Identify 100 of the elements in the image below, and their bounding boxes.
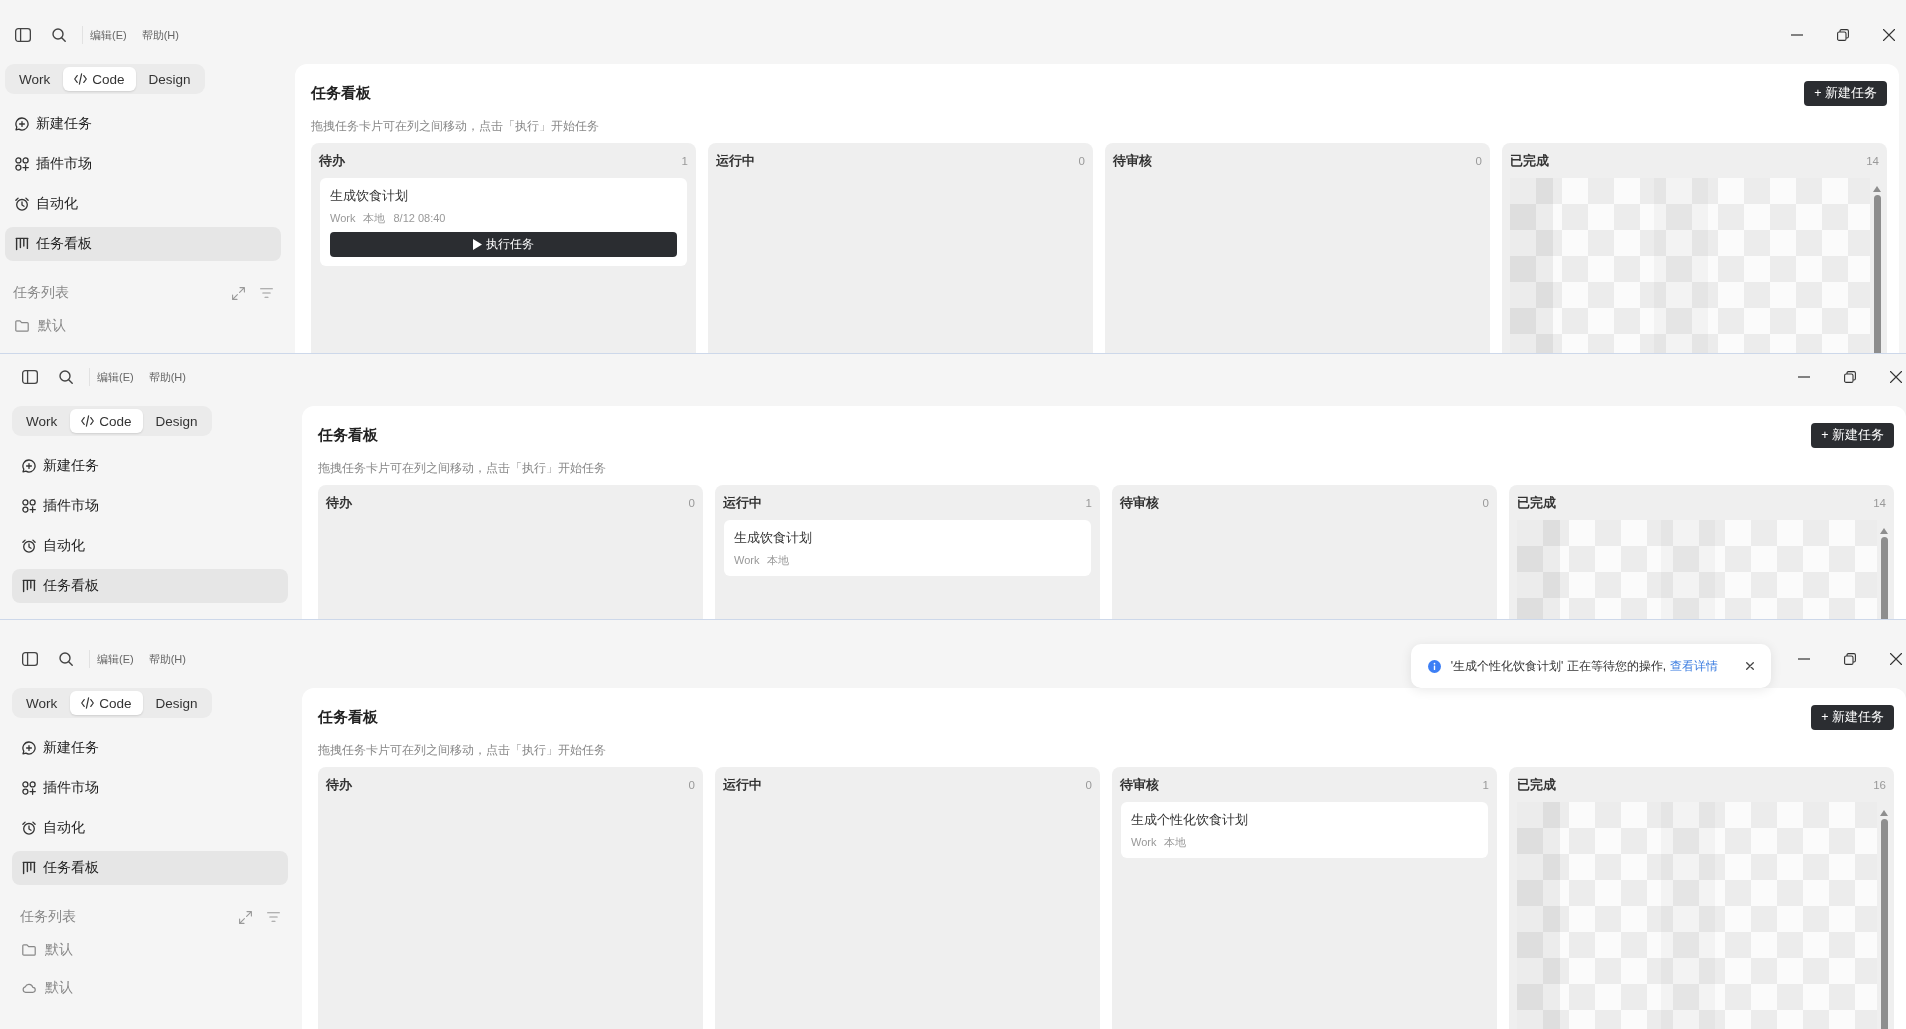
nav-item[interactable]: 任务看板: [12, 569, 288, 603]
close-icon[interactable]: [1890, 653, 1902, 665]
column-count: 14: [1873, 496, 1886, 509]
code-icon: [74, 73, 88, 85]
nav-item[interactable]: 新建任务: [12, 449, 109, 483]
mode-tab[interactable]: Design: [137, 67, 202, 91]
task-list-heading: 任务列表: [20, 908, 76, 926]
task-card[interactable]: 生成饮食计划 Work 本地 8/12 08:40 执行任务: [320, 178, 687, 266]
column-title: 已完成: [1517, 493, 1556, 512]
restore-icon[interactable]: [1844, 653, 1856, 665]
search-icon[interactable]: [59, 370, 73, 384]
mode-tab[interactable]: Work: [15, 409, 69, 433]
card-meta: 8/12 08:40: [393, 211, 446, 225]
board-title: 任务看板: [318, 425, 378, 445]
expand-icon[interactable]: [239, 910, 252, 924]
restore-icon[interactable]: [1844, 371, 1856, 383]
nav-item[interactable]: 插件市场: [12, 771, 109, 805]
nav-item[interactable]: 任务看板: [12, 851, 288, 885]
column-title: 待办: [326, 493, 352, 512]
nav-item[interactable]: 自动化: [12, 811, 95, 845]
card-title: 生成个性化饮食计划: [1131, 812, 1249, 828]
code-icon: [81, 697, 95, 709]
mode-tab[interactable]: Code: [70, 691, 143, 715]
expand-icon[interactable]: [232, 286, 245, 300]
cloud-icon: [22, 983, 36, 993]
alarm-clock-icon: [22, 539, 36, 553]
details-link[interactable]: 查看详情: [1670, 657, 1718, 675]
menu-item[interactable]: 帮助(H): [141, 27, 179, 43]
apps-icon: [22, 781, 36, 795]
column-title: 待办: [326, 775, 352, 794]
column-count: 0: [1078, 154, 1085, 167]
column-count: 0: [688, 778, 695, 791]
task-card[interactable]: 生成个性化饮食计划 Work 本地: [1121, 802, 1488, 858]
column-count: 0: [1482, 496, 1489, 509]
folder-icon: [15, 320, 29, 332]
card-meta: 本地: [363, 211, 386, 225]
scroll-up-icon[interactable]: [1873, 186, 1881, 192]
kanban-icon: [15, 237, 29, 251]
mode-tab[interactable]: Work: [8, 67, 62, 91]
search-icon[interactable]: [52, 28, 66, 42]
execute-button[interactable]: 执行任务: [330, 232, 677, 257]
menu-item[interactable]: 帮助(H): [148, 369, 186, 385]
new-task-button[interactable]: + 新建任务: [1811, 422, 1894, 448]
sidebar-toggle-icon[interactable]: [22, 370, 38, 384]
scrollbar-thumb[interactable]: [1880, 819, 1888, 1029]
mode-tab[interactable]: Code: [63, 67, 136, 91]
new-task-button[interactable]: + 新建任务: [1811, 704, 1894, 730]
card-meta: Work: [734, 553, 760, 567]
mode-tab[interactable]: Design: [144, 409, 209, 433]
column-title: 待审核: [1113, 151, 1152, 170]
alarm-clock-icon: [15, 197, 29, 211]
card-meta: Work: [330, 211, 356, 225]
card-meta: Work: [1131, 835, 1157, 849]
mode-tab[interactable]: Work: [15, 691, 69, 715]
scroll-up-icon[interactable]: [1880, 810, 1888, 816]
board-title: 任务看板: [318, 707, 378, 727]
apps-icon: [22, 499, 36, 513]
column-count: 16: [1873, 778, 1886, 791]
column-title: 运行中: [716, 151, 755, 170]
nav-item[interactable]: 自动化: [5, 187, 88, 221]
card-title: 生成饮食计划: [330, 188, 409, 204]
card-title: 生成饮食计划: [734, 530, 813, 546]
nav-item[interactable]: 插件市场: [5, 147, 102, 181]
scroll-up-icon[interactable]: [1880, 528, 1888, 534]
column-count: 0: [1085, 778, 1092, 791]
board-title: 任务看板: [311, 83, 371, 103]
task-card[interactable]: 生成饮食计划 Work 本地: [724, 520, 1091, 576]
menu-item[interactable]: 帮助(H): [148, 651, 186, 667]
menu-item[interactable]: 编辑(E): [97, 651, 134, 667]
scrollbar-thumb[interactable]: [1873, 195, 1881, 353]
nav-item[interactable]: 新建任务: [5, 107, 102, 141]
nav-item[interactable]: 新建任务: [12, 731, 109, 765]
board-hint: 拖拽任务卡片可在列之间移动，点击「执行」开始任务: [318, 743, 606, 758]
new-task-button[interactable]: + 新建任务: [1804, 80, 1887, 106]
mode-tab[interactable]: Design: [144, 691, 209, 715]
nav-item[interactable]: 自动化: [12, 529, 95, 563]
folder-icon: [22, 944, 36, 956]
column-title: 运行中: [723, 775, 762, 794]
search-icon[interactable]: [59, 652, 73, 666]
menu-item[interactable]: 编辑(E): [97, 369, 134, 385]
board-hint: 拖拽任务卡片可在列之间移动，点击「执行」开始任务: [311, 119, 599, 134]
column-title: 运行中: [723, 493, 762, 512]
menu-item[interactable]: 编辑(E): [90, 27, 127, 43]
close-icon[interactable]: [1890, 371, 1902, 383]
column-count: 1: [1085, 496, 1092, 509]
scrollbar-thumb[interactable]: [1880, 537, 1888, 619]
sidebar-toggle-icon[interactable]: [22, 652, 38, 666]
nav-item[interactable]: 插件市场: [12, 489, 109, 523]
column-count: 0: [688, 496, 695, 509]
nav-item[interactable]: 任务看板: [5, 227, 281, 261]
close-icon[interactable]: [1746, 662, 1754, 670]
board-hint: 拖拽任务卡片可在列之间移动，点击「执行」开始任务: [318, 461, 606, 476]
restore-icon[interactable]: [1837, 29, 1849, 41]
column-count: 1: [1482, 778, 1489, 791]
task-list-heading: 任务列表: [13, 284, 69, 302]
play-icon: [473, 239, 482, 250]
sidebar-toggle-icon[interactable]: [15, 28, 31, 42]
close-icon[interactable]: [1883, 29, 1895, 41]
mode-tab[interactable]: Code: [70, 409, 143, 433]
column-title: 已完成: [1517, 775, 1556, 794]
